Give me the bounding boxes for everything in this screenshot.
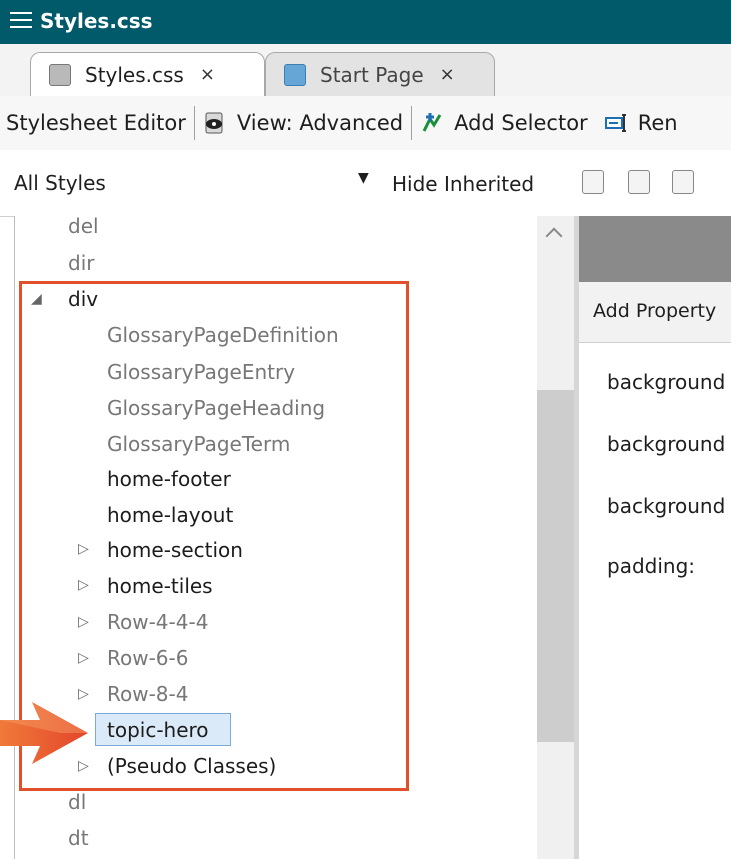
sort-alphabetical-icon[interactable] [582,170,604,194]
view-mode-button[interactable]: View: Advanced [203,111,403,135]
close-icon[interactable]: × [440,64,455,85]
tab-strip: Styles.css × Start Page × [0,44,731,97]
chevron-down-icon: ▼ [358,170,369,186]
tree-vertical-scrollbar[interactable] [537,216,574,859]
rename-label: Ren [637,111,678,135]
view-mode-icon [205,112,223,134]
title-bar: Styles.css [0,0,731,44]
properties-pane: Add Property background background backg… [579,216,731,859]
toolbar: Stylesheet Editor View: Advanced Add Sel… [0,96,731,151]
toolbar-separator [193,106,195,140]
hide-inherited-button[interactable]: Hide Inherited [392,172,534,196]
property-row[interactable]: background [607,494,725,518]
dropdown-value: All Styles [14,171,106,195]
tab-styles-css[interactable]: Styles.css × [30,52,265,96]
scrollbar-thumb[interactable] [537,390,574,742]
stylesheet-editor-label: Stylesheet Editor [6,111,186,135]
add-selector-label: Add Selector [454,111,588,135]
tree-item[interactable]: dt [68,826,89,850]
rename-icon [604,114,626,132]
property-row[interactable]: background [607,432,725,456]
add-property-label: Add Property [593,300,717,322]
tab-start-page[interactable]: Start Page × [265,52,495,96]
collapse-all-icon[interactable] [628,170,650,194]
property-row[interactable]: padding: [607,554,695,578]
property-row[interactable]: background [607,370,725,394]
hamburger-menu-icon[interactable] [10,12,32,32]
tree-item[interactable]: del [68,214,99,238]
toolbar-separator [411,106,413,140]
properties-header [579,216,731,282]
close-icon[interactable]: × [200,64,215,85]
tab-label: Styles.css [85,62,184,87]
tab-label: Start Page [320,62,424,87]
tree-item[interactable]: dl [68,790,86,814]
expand-all-icon[interactable] [672,170,694,194]
styles-filter-dropdown[interactable]: All Styles ▼ [14,164,374,202]
editor-label: Stylesheet Editor [6,111,186,135]
filter-bar: All Styles ▼ Hide Inherited [0,150,731,217]
view-label: View: Advanced [236,111,404,135]
add-selector-button[interactable]: Add Selector [420,111,588,135]
window-title: Styles.css [40,9,153,33]
add-selector-icon [422,113,442,132]
rename-button[interactable]: Ren [604,111,678,135]
add-property-button[interactable]: Add Property [579,282,731,343]
tree-item[interactable]: dir [68,251,94,275]
start-page-icon [284,63,306,86]
pointer-arrow-icon [0,702,88,764]
stylesheet-file-icon [49,63,71,86]
scroll-up-icon[interactable] [545,227,563,245]
